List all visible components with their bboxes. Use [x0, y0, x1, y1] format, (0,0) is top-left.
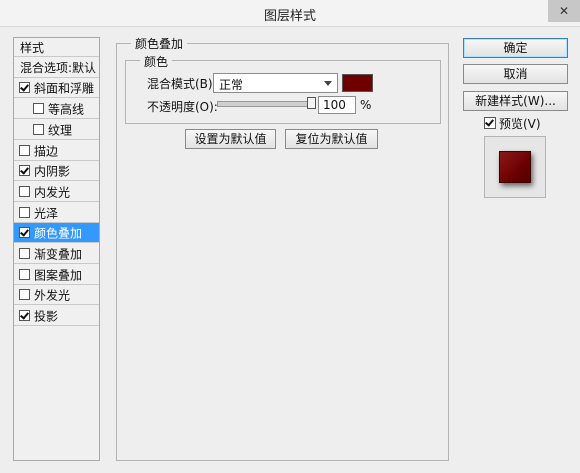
window-title: 图层样式 — [263, 9, 316, 24]
style-item[interactable]: 颜色叠加 — [14, 223, 99, 244]
checkbox[interactable] — [19, 248, 30, 259]
blend-options-item[interactable]: 混合选项:默认 — [14, 58, 99, 78]
blend-mode-select[interactable]: 正常 — [213, 73, 338, 93]
style-item[interactable]: 纹理 — [14, 120, 99, 140]
chevron-down-icon — [324, 81, 332, 86]
blend-mode-label: 混合模式(B): — [147, 77, 217, 91]
preview-swatch — [499, 151, 531, 183]
style-item[interactable]: 内阴影 — [14, 161, 99, 182]
checkbox[interactable] — [33, 103, 44, 115]
make-default-button[interactable]: 设置为默认值 — [185, 129, 276, 149]
checkbox[interactable] — [19, 144, 30, 156]
style-item[interactable]: 描边 — [14, 141, 99, 161]
blend-mode-value: 正常 — [219, 78, 244, 92]
style-item-label: 纹理 — [48, 123, 73, 138]
opacity-slider-track[interactable] — [217, 101, 313, 107]
style-item[interactable]: 斜面和浮雕 — [14, 78, 99, 99]
opacity-slider-thumb[interactable] — [307, 97, 316, 109]
checkbox[interactable] — [19, 289, 30, 301]
checkbox[interactable] — [19, 268, 30, 280]
style-item-label: 等高线 — [48, 102, 85, 117]
reset-default-button[interactable]: 复位为默认值 — [285, 129, 378, 149]
style-item[interactable]: 内发光 — [14, 182, 99, 202]
opacity-slider-fill — [218, 102, 312, 106]
cancel-button[interactable]: 取消 — [463, 64, 568, 84]
opacity-label: 不透明度(O): — [147, 100, 218, 114]
checkbox[interactable] — [19, 165, 30, 177]
checkbox[interactable] — [19, 185, 30, 197]
style-item-label: 渐变叠加 — [34, 247, 83, 262]
checkbox[interactable] — [33, 123, 44, 135]
style-item[interactable]: 等高线 — [14, 99, 99, 120]
ok-button[interactable]: 确定 — [463, 38, 568, 58]
preview-label: 预览(V) — [499, 117, 541, 131]
new-style-button[interactable]: 新建样式(W)... — [463, 91, 568, 111]
style-item-label: 图案叠加 — [34, 268, 83, 283]
style-item-label: 颜色叠加 — [34, 226, 83, 241]
style-item[interactable]: 外发光 — [14, 285, 99, 306]
style-item-label: 内阴影 — [34, 164, 71, 179]
checkbox[interactable] — [19, 310, 30, 322]
checkbox[interactable] — [19, 227, 30, 239]
style-preview — [484, 136, 546, 198]
checkbox[interactable] — [19, 206, 30, 218]
style-item-label: 光泽 — [34, 206, 59, 221]
style-item-label: 混合选项:默认 — [20, 61, 97, 76]
panel-title: 颜色叠加 — [131, 35, 188, 52]
close-icon[interactable]: ✕ — [548, 0, 580, 22]
style-item-label: 外发光 — [34, 288, 71, 303]
preview-checkbox[interactable] — [484, 117, 496, 129]
checkbox[interactable] — [19, 82, 30, 94]
style-item-label: 投影 — [34, 309, 59, 324]
style-list-header[interactable]: 样式 — [14, 37, 99, 57]
color-group-title: 颜色 — [140, 53, 173, 70]
style-item[interactable]: 投影 — [14, 306, 99, 327]
opacity-input[interactable]: 100 — [318, 96, 356, 114]
overlay-color-swatch[interactable] — [342, 74, 373, 92]
style-item-label: 样式 — [20, 40, 45, 55]
style-item-label: 内发光 — [34, 185, 71, 200]
style-item[interactable]: 光泽 — [14, 203, 99, 223]
title-bar: 图层样式 ✕ — [0, 0, 580, 27]
style-item-label: 描边 — [34, 144, 59, 158]
style-item[interactable]: 渐变叠加 — [14, 244, 99, 264]
opacity-unit: % — [360, 98, 372, 112]
style-item-label: 斜面和浮雕 — [34, 81, 95, 96]
style-item[interactable]: 图案叠加 — [14, 265, 99, 285]
